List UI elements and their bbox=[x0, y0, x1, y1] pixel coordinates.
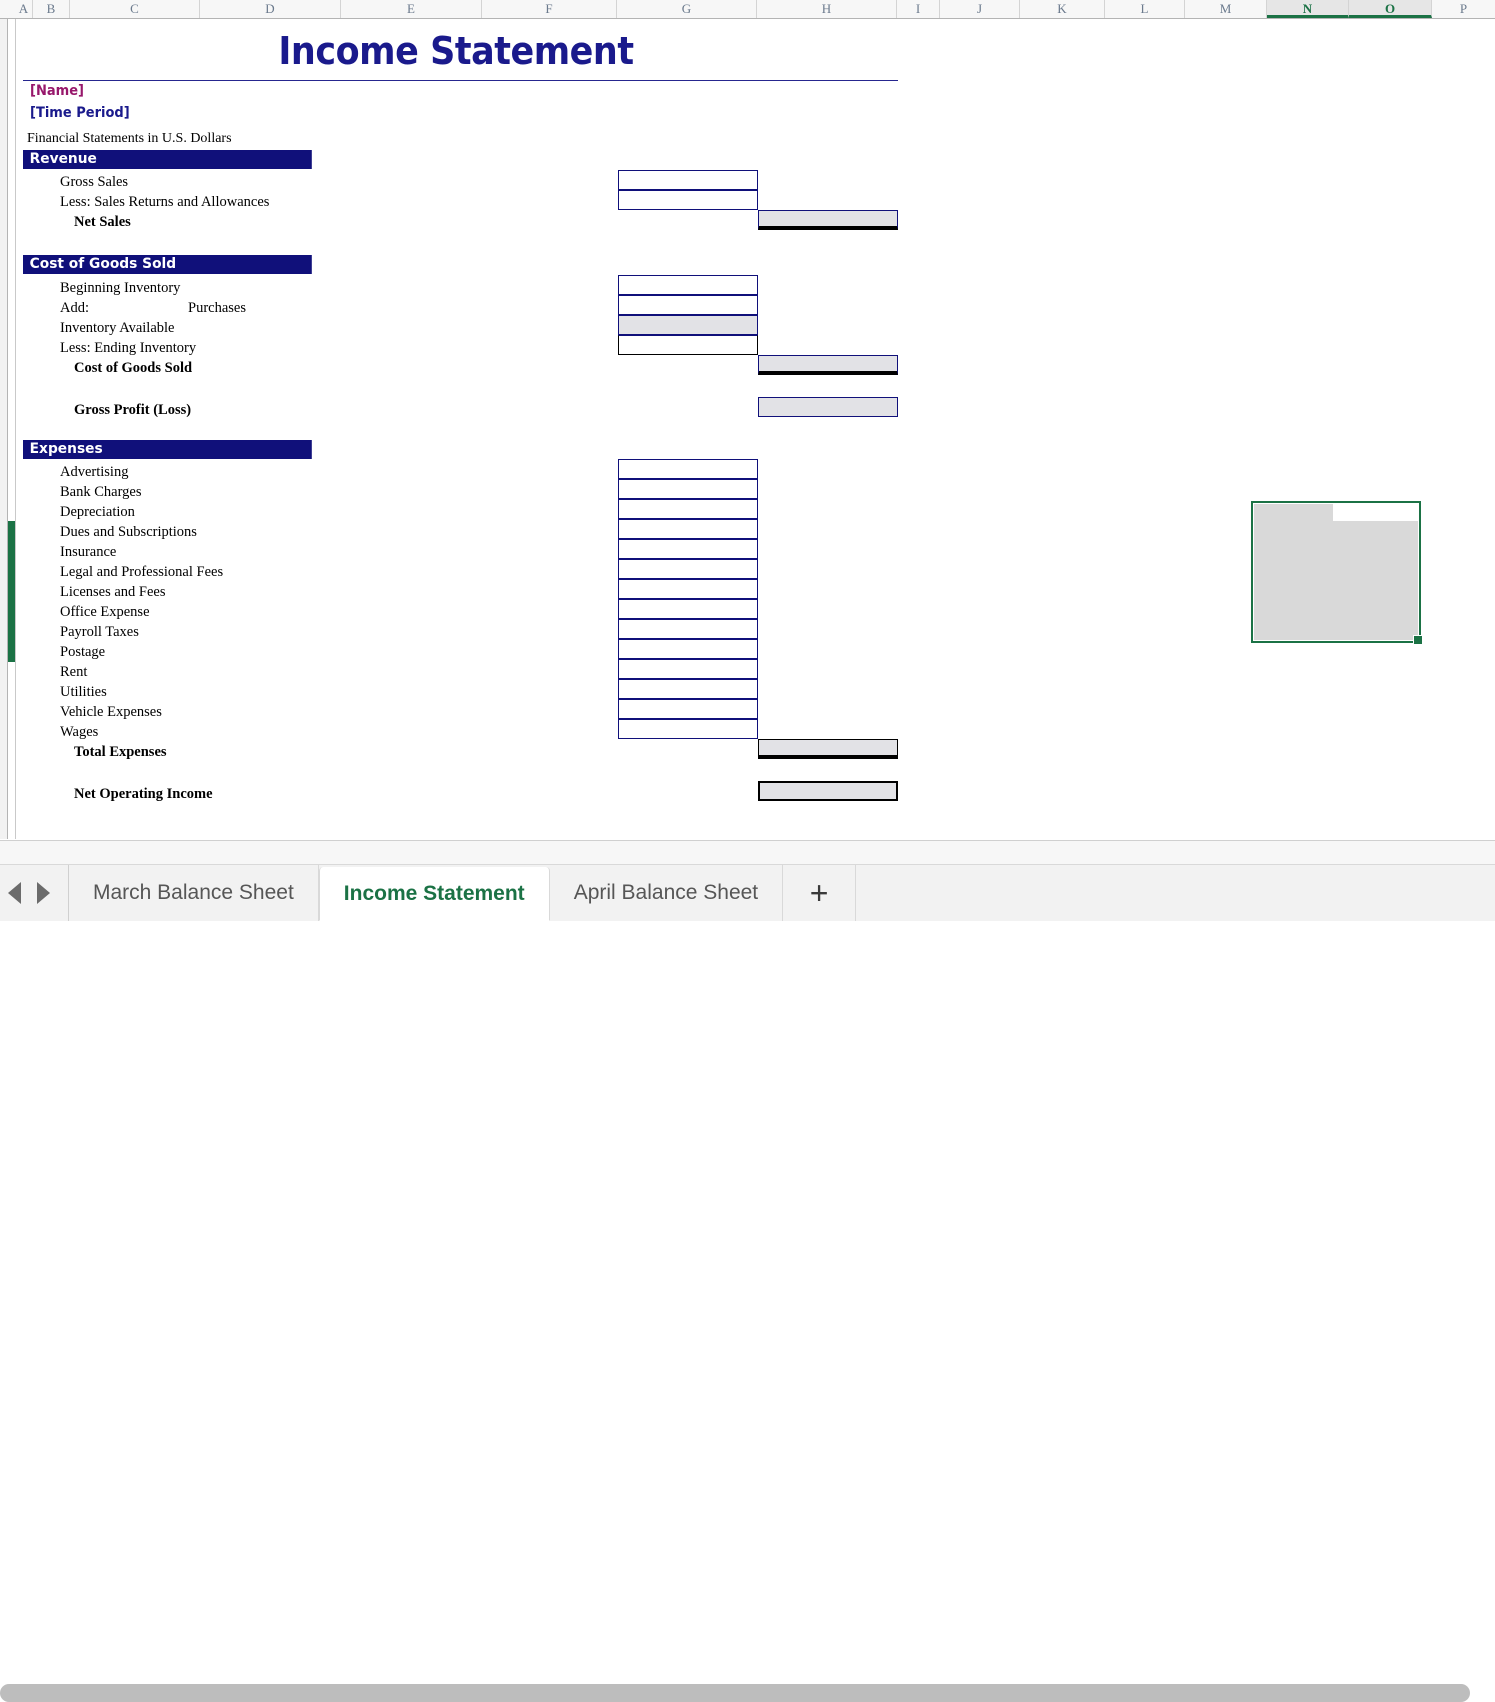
cell-purchases[interactable] bbox=[618, 295, 758, 315]
row-label-payroll-taxes: Payroll Taxes bbox=[60, 624, 139, 640]
section-header-revenue: Revenue bbox=[23, 150, 312, 169]
cell-legal[interactable] bbox=[618, 559, 758, 579]
cell-vehicle-expenses[interactable] bbox=[618, 699, 758, 719]
column-header-i[interactable]: I bbox=[897, 0, 940, 18]
column-header-j[interactable]: J bbox=[940, 0, 1020, 18]
sheet-tab-bar: March Balance Sheet Income Statement Apr… bbox=[0, 864, 1495, 921]
worksheet-grid[interactable]: Income Statement [Name] [Time Period] Fi… bbox=[15, 19, 1495, 839]
selected-range-border[interactable] bbox=[1251, 501, 1421, 643]
column-header-e[interactable]: E bbox=[341, 0, 482, 18]
fill-handle[interactable] bbox=[1413, 635, 1423, 645]
row-label-insurance: Insurance bbox=[60, 544, 117, 560]
column-header-d[interactable]: D bbox=[200, 0, 341, 18]
row-label-wages: Wages bbox=[60, 724, 99, 740]
sheet-tab-income-statement[interactable]: Income Statement bbox=[318, 867, 550, 921]
row-label-gross-sales: Gross Sales bbox=[60, 174, 129, 190]
column-header-bar: A B C D E F G H I J K L M N O P bbox=[0, 0, 1495, 19]
row-label-office-expense: Office Expense bbox=[60, 604, 150, 620]
row-label-inventory-available: Inventory Available bbox=[60, 320, 175, 336]
row-label-beginning-inventory: Beginning Inventory bbox=[60, 280, 181, 296]
cell-payroll-taxes[interactable] bbox=[618, 619, 758, 639]
cell-net-operating-income[interactable] bbox=[758, 781, 898, 801]
cell-less-returns[interactable] bbox=[618, 190, 758, 210]
column-header-b[interactable]: B bbox=[33, 0, 70, 18]
currency-note: Financial Statements in U.S. Dollars bbox=[27, 131, 232, 146]
cell-utilities[interactable] bbox=[618, 679, 758, 699]
row-header-strip bbox=[0, 19, 8, 839]
row-label-bank-charges: Bank Charges bbox=[60, 484, 142, 500]
row-label-vehicle-expenses: Vehicle Expenses bbox=[60, 704, 162, 720]
cell-postage[interactable] bbox=[618, 639, 758, 659]
column-header-p[interactable]: P bbox=[1432, 0, 1495, 18]
row-label-postage: Postage bbox=[60, 644, 106, 660]
row-label-dues: Dues and Subscriptions bbox=[60, 524, 197, 540]
row-label-rent: Rent bbox=[60, 664, 88, 680]
column-header-f[interactable]: F bbox=[482, 0, 617, 18]
column-header-h[interactable]: H bbox=[757, 0, 897, 18]
horizontal-scrollbar-thumb[interactable] bbox=[0, 1684, 1470, 1702]
cell-cost-of-goods-sold[interactable] bbox=[758, 355, 898, 375]
title-divider bbox=[23, 80, 898, 81]
column-header-o[interactable]: O bbox=[1349, 0, 1432, 18]
cell-inventory-available[interactable] bbox=[618, 315, 758, 335]
cell-beginning-inventory[interactable] bbox=[618, 275, 758, 295]
sheet-tab-march-balance-sheet[interactable]: March Balance Sheet bbox=[69, 865, 319, 921]
horizontal-scrollbar-track[interactable] bbox=[0, 840, 1495, 1702]
row-label-less-returns: Less: Sales Returns and Allowances bbox=[60, 194, 270, 210]
cell-net-sales[interactable] bbox=[758, 210, 898, 230]
row-label-net-sales: Net Sales bbox=[74, 214, 131, 230]
cell-total-expenses[interactable] bbox=[758, 739, 898, 759]
row-label-utilities: Utilities bbox=[60, 684, 107, 700]
row-label-total-expenses: Total Expenses bbox=[74, 744, 167, 760]
column-header-l[interactable]: L bbox=[1105, 0, 1185, 18]
column-header-g[interactable]: G bbox=[617, 0, 757, 18]
column-header-n[interactable]: N bbox=[1267, 0, 1349, 18]
column-header-c[interactable]: C bbox=[70, 0, 200, 18]
cell-dues[interactable] bbox=[618, 519, 758, 539]
row-label-depreciation: Depreciation bbox=[60, 504, 135, 520]
cell-less-ending-inventory[interactable] bbox=[618, 335, 758, 355]
row-label-advertising: Advertising bbox=[60, 464, 129, 480]
section-header-cost-of-goods-sold: Cost of Goods Sold bbox=[23, 255, 312, 274]
row-label-purchases: Purchases bbox=[188, 300, 246, 316]
cell-office-expense[interactable] bbox=[618, 599, 758, 619]
column-header-m[interactable]: M bbox=[1185, 0, 1267, 18]
cell-insurance[interactable] bbox=[618, 539, 758, 559]
row-label-licenses: Licenses and Fees bbox=[60, 584, 166, 600]
row-label-add: Add: bbox=[60, 300, 89, 316]
tab-bar-filler bbox=[856, 865, 1495, 921]
column-header-a[interactable]: A bbox=[15, 0, 33, 18]
page-title: Income Statement bbox=[278, 29, 634, 73]
cell-gross-profit[interactable] bbox=[758, 397, 898, 417]
row-header-selection-indicator bbox=[8, 521, 15, 662]
cell-depreciation[interactable] bbox=[618, 499, 758, 519]
row-label-net-operating-income: Net Operating Income bbox=[74, 786, 213, 802]
cell-rent[interactable] bbox=[618, 659, 758, 679]
previous-sheet-icon[interactable] bbox=[8, 882, 21, 904]
column-header-k[interactable]: K bbox=[1020, 0, 1105, 18]
section-header-expenses: Expenses bbox=[23, 440, 312, 459]
cell-licenses[interactable] bbox=[618, 579, 758, 599]
time-period-placeholder[interactable]: [Time Period] bbox=[30, 105, 130, 121]
row-label-cost-of-goods-sold: Cost of Goods Sold bbox=[74, 360, 193, 376]
next-sheet-icon[interactable] bbox=[37, 882, 50, 904]
row-label-gross-profit: Gross Profit (Loss) bbox=[74, 402, 192, 418]
sheet-nav-arrows bbox=[0, 865, 69, 921]
row-label-legal: Legal and Professional Fees bbox=[60, 564, 224, 580]
company-name-placeholder[interactable]: [Name] bbox=[30, 83, 84, 99]
cell-wages[interactable] bbox=[618, 719, 758, 739]
sheet-tab-april-balance-sheet[interactable]: April Balance Sheet bbox=[549, 865, 784, 921]
add-sheet-icon[interactable]: + bbox=[783, 865, 857, 921]
row-label-less-ending-inventory: Less: Ending Inventory bbox=[60, 340, 197, 356]
cell-advertising[interactable] bbox=[618, 459, 758, 479]
cell-bank-charges[interactable] bbox=[618, 479, 758, 499]
cell-gross-sales[interactable] bbox=[618, 170, 758, 190]
